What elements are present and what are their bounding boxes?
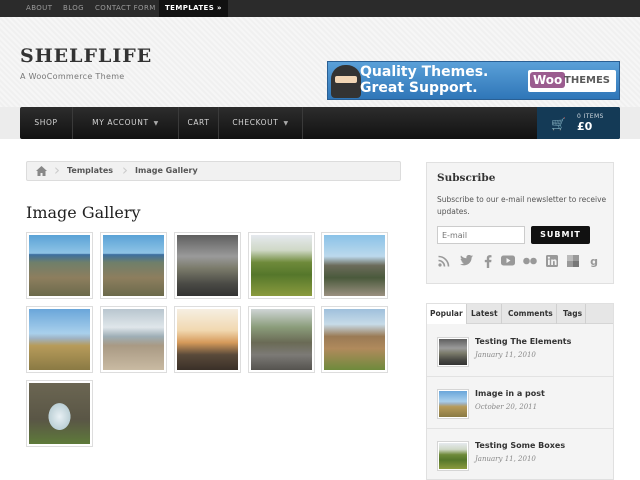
nav-item-label: CHECKOUT	[232, 118, 279, 127]
ninja-mascot-icon	[331, 65, 361, 98]
nav-item-cart[interactable]: CART	[179, 107, 219, 139]
social-icons: g	[437, 254, 607, 271]
post-title[interactable]: Testing The Elements	[475, 337, 571, 346]
woothemes-logo: Woo THEMES	[528, 70, 616, 92]
post-title[interactable]: Image in a post	[475, 389, 545, 398]
tab-popular[interactable]: Popular	[427, 304, 467, 324]
flickr-icon[interactable]	[523, 255, 537, 269]
breadcrumb-item-templates[interactable]: Templates	[67, 162, 113, 180]
gallery-thumbnail[interactable]	[100, 232, 167, 299]
breadcrumb-separator-icon: ›	[54, 161, 60, 179]
main-nav: SHOP MY ACCOUNT ▼ CART CHECKOUT ▼ 🛒 0 ITEM…	[20, 107, 620, 139]
shopping-cart-icon: 🛒	[551, 117, 566, 131]
chevron-down-icon: ▼	[153, 120, 159, 127]
post-thumbnail[interactable]	[437, 441, 469, 471]
gallery-thumbnail[interactable]	[248, 232, 315, 299]
nav-item-shop[interactable]: SHOP	[20, 107, 73, 139]
cart-total: £0	[577, 120, 593, 133]
gallery-thumbnail[interactable]	[248, 306, 315, 373]
banner-line-2: Great Support.	[360, 80, 478, 96]
tab-tags[interactable]: Tags	[560, 304, 587, 324]
tab-bar: Popular Latest Comments Tags	[427, 304, 613, 324]
top-bar: ABOUT BLOG CONTACT FORM TEMPLATES »	[0, 0, 640, 17]
gallery-thumbnail[interactable]	[321, 306, 388, 373]
page-title: Image Gallery	[26, 203, 141, 222]
site-tagline: A WooCommerce Theme	[20, 72, 125, 81]
gallery-thumbnail[interactable]	[174, 306, 241, 373]
post-date: October 20, 2011	[475, 403, 538, 411]
post-thumbnail[interactable]	[437, 389, 469, 419]
top-link-blog[interactable]: BLOG	[63, 0, 84, 17]
cart-items-count: 0 ITEMS	[577, 113, 604, 120]
breadcrumb-item-current: Image Gallery	[135, 166, 198, 175]
themes-logo-text: THEMES	[564, 75, 611, 86]
gallery-thumbnail[interactable]	[26, 380, 93, 447]
tabs-widget: Popular Latest Comments Tags Testing The…	[426, 303, 614, 480]
site-logo[interactable]: SHELFLIFE	[20, 45, 152, 67]
gallery-thumbnail[interactable]	[100, 306, 167, 373]
banner-line-1: Quality Themes.	[360, 64, 489, 80]
top-link-about[interactable]: ABOUT	[26, 0, 52, 17]
gallery-thumbnail[interactable]	[26, 306, 93, 373]
woo-logo-mark: Woo	[530, 72, 566, 88]
home-icon[interactable]	[27, 162, 55, 180]
breadcrumb-separator-icon: ›	[122, 161, 128, 179]
post-thumbnail[interactable]	[437, 337, 469, 367]
gallery-thumbnail[interactable]	[26, 232, 93, 299]
youtube-icon[interactable]	[501, 255, 515, 269]
woothemes-banner[interactable]: Quality Themes. Great Support. Woo THEME…	[327, 61, 620, 100]
list-item[interactable]: Image in a post October 20, 2011	[427, 377, 613, 429]
nav-item-label: SHOP	[34, 118, 58, 127]
list-item[interactable]: Testing The Elements January 11, 2010	[427, 325, 613, 377]
subscribe-widget: Subscribe Subscribe to our e-mail newsle…	[426, 162, 614, 284]
top-link-contact-form[interactable]: CONTACT FORM	[95, 0, 156, 17]
list-item[interactable]: Testing Some Boxes January 11, 2010	[427, 429, 613, 480]
site-header: SHELFLIFE A WooCommerce Theme Quality Th…	[0, 17, 640, 107]
post-date: January 11, 2010	[475, 455, 536, 463]
breadcrumb: › Templates › Image Gallery	[26, 161, 401, 181]
nav-item-my-account[interactable]: MY ACCOUNT ▼	[73, 107, 179, 139]
nav-item-label: MY ACCOUNT	[92, 118, 149, 127]
subscribe-title: Subscribe	[437, 172, 496, 184]
linkedin-icon[interactable]	[545, 255, 559, 269]
subscribe-description: Subscribe to our e-mail newsletter to re…	[437, 195, 607, 216]
email-field[interactable]	[437, 226, 525, 244]
submit-button[interactable]: SUBMIT	[531, 226, 590, 244]
tab-comments[interactable]: Comments	[505, 304, 557, 324]
chevron-down-icon: ▼	[283, 120, 289, 127]
gallery-thumbnail[interactable]	[174, 232, 241, 299]
facebook-icon[interactable]	[481, 255, 495, 269]
nav-item-checkout[interactable]: CHECKOUT ▼	[219, 107, 303, 139]
post-date: January 11, 2010	[475, 351, 536, 359]
twitter-icon[interactable]	[459, 254, 473, 269]
gallery-thumbnail[interactable]	[321, 232, 388, 299]
nav-item-label: CART	[187, 118, 210, 127]
cart-widget[interactable]: 🛒 0 ITEMS £0	[537, 107, 620, 139]
rss-icon[interactable]	[437, 255, 451, 269]
top-link-templates[interactable]: TEMPLATES »	[159, 0, 228, 17]
delicious-icon[interactable]	[566, 255, 580, 269]
post-title[interactable]: Testing Some Boxes	[475, 441, 565, 450]
tab-latest[interactable]: Latest	[468, 304, 502, 324]
googleplus-icon[interactable]: g	[587, 255, 601, 269]
